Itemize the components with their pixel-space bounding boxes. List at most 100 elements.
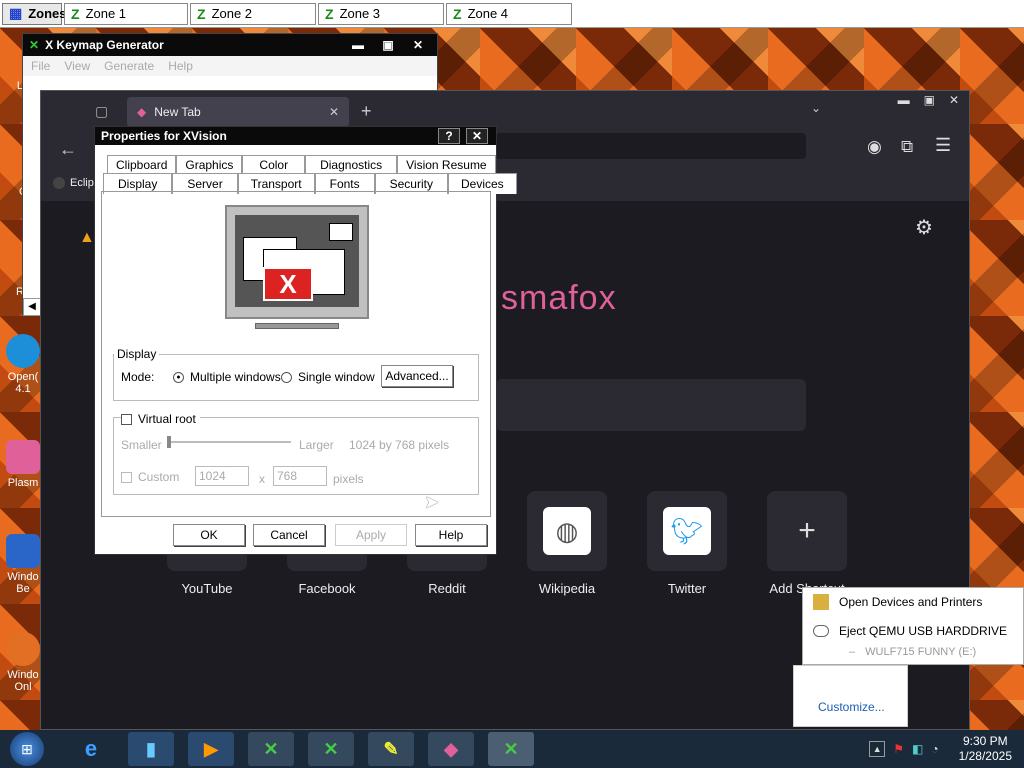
help-icon[interactable]: ? <box>438 128 460 144</box>
xvision-taskbar-icon[interactable]: ✕ <box>488 732 534 766</box>
bookmark-eclipse[interactable]: Eclip <box>53 177 94 189</box>
menu-view[interactable]: View <box>64 59 90 73</box>
height-value: 768 <box>277 469 298 483</box>
eject-drive-item[interactable]: Eject QEMU USB HARDDRIVE <box>813 624 1007 638</box>
tray-device-popup: Open Devices and Printers Eject QEMU USB… <box>802 587 1024 665</box>
size-readout: 1024 by 768 pixels <box>349 438 450 452</box>
keymap-menubar: File View Generate Help <box>23 56 437 76</box>
close-icon[interactable]: ✕ <box>407 37 429 53</box>
mouse-cursor-icon: ➤ <box>424 492 440 512</box>
monitor-illustration: X <box>225 205 369 329</box>
network-icon[interactable]: ◧ <box>912 742 923 756</box>
tab-color[interactable]: Color <box>242 155 306 174</box>
back-arrow-icon[interactable]: ← <box>59 139 77 160</box>
graph-window <box>329 223 353 241</box>
tab-title: New Tab <box>154 105 201 119</box>
mode-multiple-radio[interactable]: ● Multiple windows <box>173 370 281 384</box>
maximize-icon[interactable]: ▣ <box>924 93 935 107</box>
zone-3-button[interactable]: Z Zone 3 <box>318 2 444 25</box>
tab-overview-icon[interactable]: ▢ <box>95 103 108 120</box>
apply-button[interactable]: Apply <box>335 524 407 546</box>
custom-checkbox[interactable]: Custom <box>121 470 179 484</box>
dialog-tabs-top: Clipboard Graphics Color Diagnostics Vis… <box>107 155 496 174</box>
start-button-icon[interactable]: ⊞ <box>10 732 44 766</box>
shortcut-tile: + <box>767 491 847 571</box>
tray-expand-icon[interactable]: ▲ <box>869 741 886 757</box>
tab-clipboard[interactable]: Clipboard <box>107 155 177 174</box>
plasmafox-taskbar-icon[interactable]: ◆ <box>428 732 474 766</box>
flag-icon[interactable]: ⚑ <box>893 742 904 756</box>
tab-close-icon[interactable]: ✕ <box>329 105 339 119</box>
keymap-titlebar[interactable]: ✕ X Keymap Generator ▬ ▣ ✕ <box>23 34 437 56</box>
radio-label: Single window <box>298 370 375 384</box>
slider-thumb[interactable] <box>167 436 171 448</box>
dialog-titlebar[interactable]: Properties for XVision ? ✕ <box>95 127 496 145</box>
zone-1-button[interactable]: Z Zone 1 <box>64 2 188 25</box>
size-slider[interactable] <box>167 436 291 448</box>
x-keymap-taskbar-icon[interactable]: ✕ <box>248 732 294 766</box>
media-player-icon[interactable]: ▶ <box>188 732 234 766</box>
ok-button[interactable]: OK <box>173 524 245 546</box>
shortcut-add[interactable]: + Add Shortcut <box>767 491 847 596</box>
close-icon[interactable]: ✕ <box>466 128 488 144</box>
zones-button[interactable]: ▦ Zones <box>2 2 67 25</box>
custom-width-field[interactable]: 1024 <box>195 466 249 486</box>
extensions-icon[interactable]: ⧉ <box>901 137 913 157</box>
checkbox-label: Virtual root <box>138 412 196 426</box>
custom-height-field[interactable]: 768 <box>273 466 327 486</box>
radio-unchecked-icon <box>281 371 292 383</box>
shortcut-wikipedia[interactable]: ◍ Wikipedia <box>527 491 607 596</box>
shortcut-twitter[interactable]: 🐦︎ Twitter <box>647 491 727 596</box>
monitor-screen: X <box>235 215 359 307</box>
keymap-title: X Keymap Generator <box>45 38 164 52</box>
x-edit-taskbar-icon[interactable]: ✎ <box>368 732 414 766</box>
virtual-root-checkbox[interactable]: Virtual root <box>121 412 200 426</box>
maximize-icon[interactable]: ▣ <box>377 37 399 53</box>
tab-vision-resume[interactable]: Vision Resume <box>397 155 496 174</box>
new-tab-icon[interactable]: + <box>361 101 372 122</box>
monitor-stand <box>255 323 339 329</box>
close-icon[interactable]: ✕ <box>949 93 959 107</box>
eclipse-icon <box>53 177 65 189</box>
scroll-left-icon[interactable]: ◀ <box>23 298 41 316</box>
advanced-button[interactable]: Advanced... <box>381 365 453 387</box>
zone-2-button[interactable]: Z Zone 2 <box>190 2 316 25</box>
zone-label: Zone 2 <box>211 6 253 21</box>
minimize-icon[interactable]: ▬ <box>347 37 369 53</box>
zone-icon: Z <box>325 5 334 22</box>
minimize-icon[interactable]: ▬ <box>898 93 910 107</box>
checkbox-label: Custom <box>138 470 180 484</box>
zone-icon: Z <box>453 5 462 22</box>
clock[interactable]: 9:30 PM 1/28/2025 <box>959 734 1012 764</box>
internet-explorer-icon[interactable]: e <box>68 732 114 766</box>
open-devices-item[interactable]: Open Devices and Printers <box>813 594 982 610</box>
gear-icon[interactable]: ⚙ <box>915 215 933 240</box>
tab-graphics[interactable]: Graphics <box>176 155 243 174</box>
desktop-icon-label: Windo Onl <box>7 669 39 693</box>
tab-new-tab[interactable]: ◆ New Tab ✕ <box>127 97 349 127</box>
zone-4-button[interactable]: Z Zone 4 <box>446 2 572 25</box>
larger-label: Larger <box>299 438 334 452</box>
customize-link[interactable]: Customize... <box>818 700 885 714</box>
chevron-down-icon[interactable]: ⌄ <box>811 101 821 115</box>
menu-hamburger-icon[interactable]: ☰ <box>935 135 951 156</box>
menu-file[interactable]: File <box>31 59 50 73</box>
address-bar[interactable] <box>496 133 806 159</box>
shortcut-label: Wikipedia <box>538 581 596 596</box>
help-button[interactable]: Help <box>415 524 487 546</box>
search-box[interactable] <box>496 379 806 431</box>
account-icon[interactable]: ◉ <box>867 137 882 157</box>
file-explorer-icon[interactable]: ▮ <box>128 732 174 766</box>
tray-overflow-panel: Customize... <box>793 665 908 727</box>
shortcut-tile: 🐦︎ <box>647 491 727 571</box>
menu-generate[interactable]: Generate <box>104 59 154 73</box>
x-font-taskbar-icon[interactable]: ✕ <box>308 732 354 766</box>
checkbox-icon <box>121 471 132 483</box>
cancel-button[interactable]: Cancel <box>253 524 325 546</box>
twitter-icon: 🐦︎ <box>663 507 711 555</box>
tab-diagnostics[interactable]: Diagnostics <box>305 155 398 174</box>
plus-icon: + <box>798 514 816 547</box>
volume-icon[interactable]: ◔ <box>931 742 938 756</box>
mode-single-radio[interactable]: Single window <box>281 370 375 384</box>
menu-help[interactable]: Help <box>168 59 193 73</box>
